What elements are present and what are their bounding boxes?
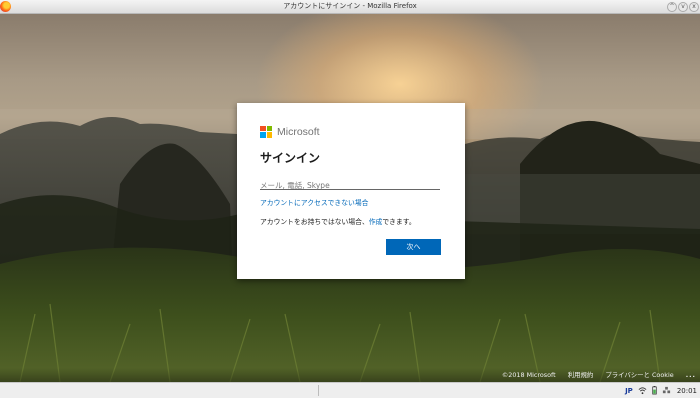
input-language-indicator[interactable]: JP xyxy=(625,387,633,395)
clock[interactable]: 20:01 xyxy=(677,387,697,395)
no-account-suffix: できます。 xyxy=(382,218,416,226)
privacy-link[interactable]: プライバシーと Cookie xyxy=(605,371,673,379)
cannot-access-link[interactable]: アカウントにアクセスできない場合 xyxy=(260,197,368,207)
create-account-link[interactable]: 作成 xyxy=(369,218,383,226)
microsoft-logo: Microsoft xyxy=(260,125,320,138)
wifi-icon[interactable] xyxy=(638,386,647,395)
minimize-icon[interactable]: ^ xyxy=(667,2,677,12)
terms-link[interactable]: 利用規約 xyxy=(568,371,594,379)
close-icon[interactable]: x xyxy=(689,2,699,12)
signin-dialog: Microsoft サインイン アカウントにアクセスできない場合 アカウントをお… xyxy=(237,103,465,279)
firefox-icon xyxy=(0,1,11,12)
network-icon[interactable] xyxy=(662,386,671,395)
taskbar-divider xyxy=(318,385,319,396)
page-title: サインイン xyxy=(260,151,321,165)
brand-name: Microsoft xyxy=(277,125,320,138)
taskbar: JP 20:01 xyxy=(0,382,700,398)
account-input[interactable] xyxy=(260,178,440,193)
system-tray: JP 20:01 xyxy=(625,383,697,398)
window-titlebar: アカウントにサインイン - Mozilla Firefox ^ v x xyxy=(0,0,700,14)
copyright-text: ©2018 Microsoft xyxy=(501,371,556,379)
maximize-icon[interactable]: v xyxy=(678,2,688,12)
page-footer: ©2018 Microsoft 利用規約 プライバシーと Cookie ... xyxy=(0,368,700,382)
window-title: アカウントにサインイン - Mozilla Firefox xyxy=(283,2,417,10)
no-account-text: アカウントをお持ちではない場合、作成できます。 xyxy=(260,216,416,226)
more-options-icon[interactable]: ... xyxy=(686,371,696,379)
microsoft-logo-icon xyxy=(260,125,272,138)
account-input-wrapper xyxy=(260,173,440,193)
no-account-prefix: アカウントをお持ちではない場合、 xyxy=(260,218,369,226)
next-button[interactable]: 次へ xyxy=(386,239,441,255)
battery-icon[interactable] xyxy=(650,386,659,395)
